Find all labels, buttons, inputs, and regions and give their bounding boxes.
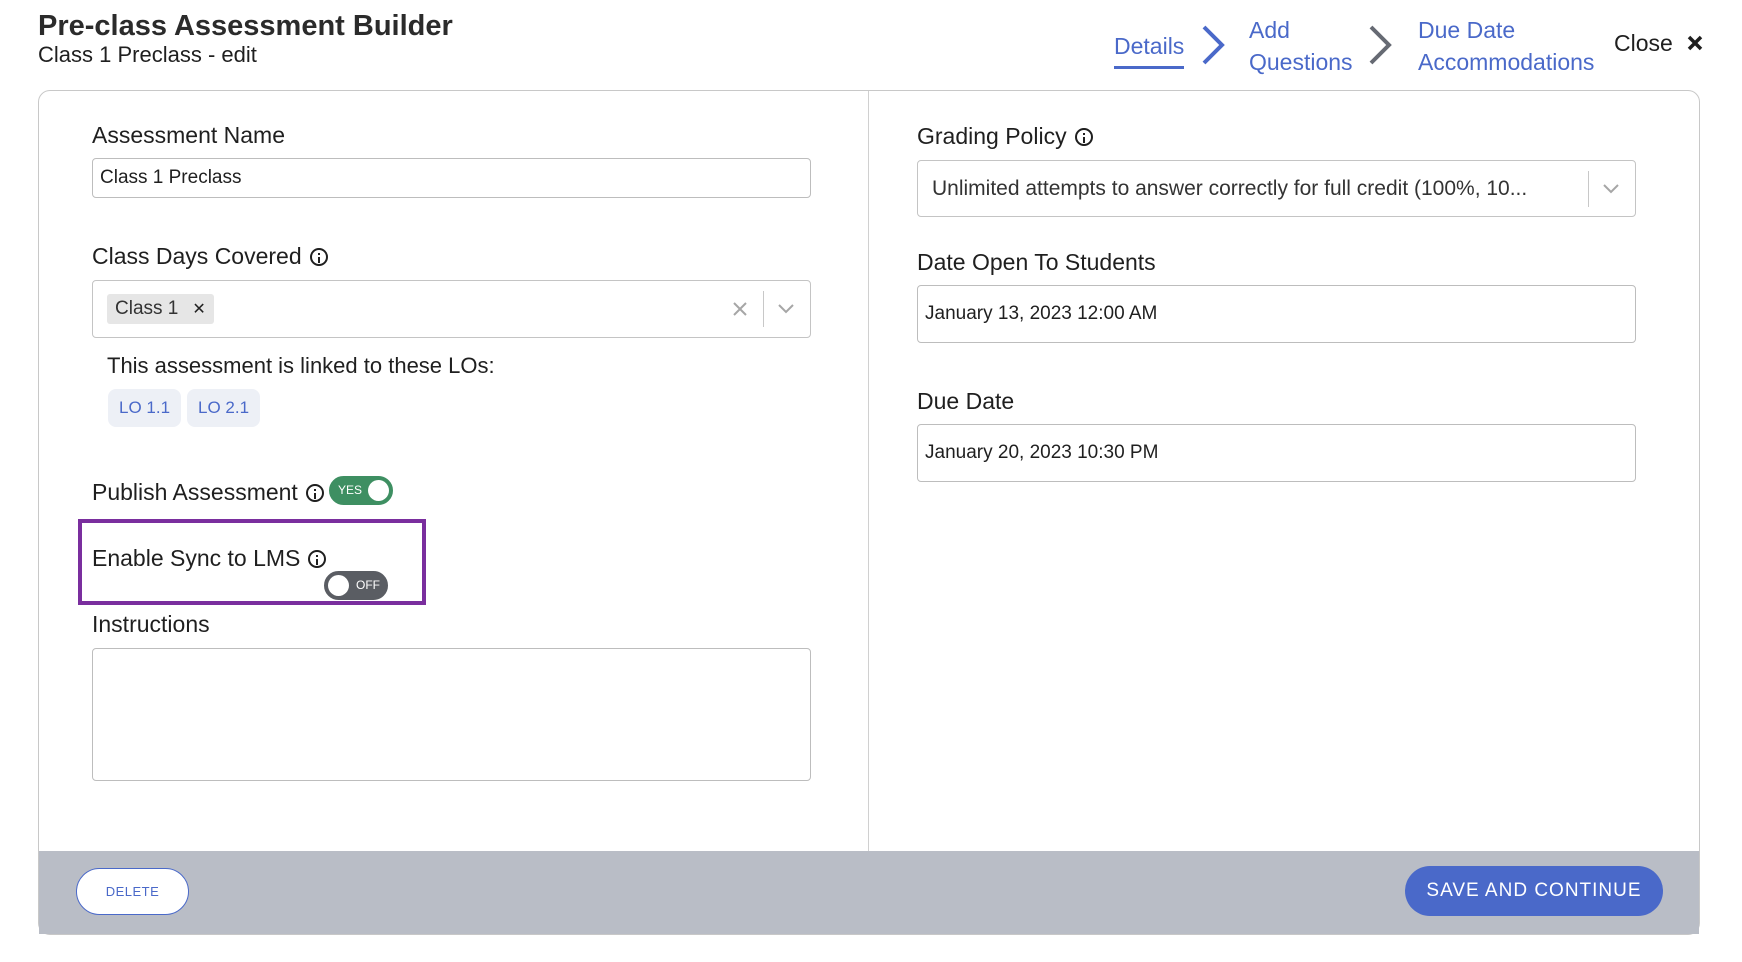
step-due-date-accommodations[interactable]: Due Date Accommodations — [1418, 14, 1608, 78]
instructions-label: Instructions — [92, 611, 210, 638]
linked-los-text: This assessment is linked to these LOs: — [107, 353, 495, 378]
grading-policy-label-text: Grading Policy — [917, 123, 1067, 149]
grading-policy-label: Grading Policy — [917, 123, 1093, 150]
info-icon[interactable] — [308, 549, 327, 568]
sync-label: Enable Sync to LMS — [92, 545, 327, 572]
lo-badge: LO 2.1 — [187, 389, 261, 427]
page-subtitle: Class 1 Preclass - edit — [38, 42, 257, 67]
close-label: Close — [1614, 30, 1673, 56]
toggle-knob — [368, 480, 389, 501]
step-details[interactable]: Details — [1114, 30, 1185, 69]
info-icon[interactable] — [309, 247, 328, 266]
info-icon[interactable] — [305, 483, 324, 502]
due-date-label-text: Due Date — [917, 388, 1015, 414]
page-title: Pre-class Assessment Builder — [38, 10, 453, 42]
step-due-date-label: Due Date Accommodations — [1418, 17, 1595, 75]
close-icon — [1687, 30, 1703, 57]
grading-policy-value: Unlimited attempts to answer correctly f… — [932, 176, 1528, 200]
grading-policy-select[interactable]: Unlimited attempts to answer correctly f… — [917, 160, 1636, 217]
chevron-down-icon[interactable] — [778, 304, 794, 314]
chip-remove-icon[interactable]: ✕ — [192, 299, 205, 319]
delete-button[interactable]: DELETE — [76, 868, 189, 915]
chip-label: Class 1 — [115, 298, 179, 319]
clear-icon[interactable] — [733, 302, 747, 316]
close-button[interactable]: Close — [1614, 30, 1703, 57]
date-open-input[interactable] — [917, 285, 1636, 343]
assessment-name-label-text: Assessment Name — [92, 122, 286, 148]
column-divider — [868, 91, 869, 854]
class-days-label-text: Class Days Covered — [92, 243, 302, 269]
select-separator — [763, 291, 764, 327]
info-icon[interactable] — [1074, 127, 1093, 146]
select-separator — [1588, 170, 1589, 207]
publish-toggle[interactable]: YES — [329, 476, 393, 505]
lo-badge: LO 1.1 — [108, 389, 182, 427]
toggle-knob — [328, 575, 349, 596]
chevron-right-icon — [1200, 24, 1226, 66]
publish-toggle-text: YES — [338, 483, 363, 497]
date-open-label: Date Open To Students — [917, 249, 1156, 276]
class-days-select[interactable]: Class 1 ✕ — [92, 280, 811, 338]
chevron-right-icon — [1367, 24, 1393, 66]
sync-lms-toggle[interactable]: OFF — [324, 571, 388, 600]
save-and-continue-button[interactable]: SAVE AND CONTINUE — [1405, 866, 1663, 916]
due-date-label: Due Date — [917, 388, 1014, 415]
sync-label-text: Enable Sync to LMS — [92, 545, 301, 571]
step-add-questions[interactable]: Add Questions — [1249, 14, 1359, 78]
sync-toggle-text: OFF — [356, 578, 380, 592]
due-date-input[interactable] — [917, 424, 1636, 482]
chevron-down-icon[interactable] — [1603, 183, 1619, 194]
publish-label: Publish Assessment — [92, 479, 324, 506]
selected-class-chip: Class 1 ✕ — [107, 294, 214, 324]
assessment-name-label: Assessment Name — [92, 122, 285, 149]
step-add-questions-label: Add Questions — [1249, 17, 1353, 75]
assessment-name-input[interactable] — [92, 158, 811, 198]
publish-label-text: Publish Assessment — [92, 479, 298, 505]
date-open-label-text: Date Open To Students — [917, 249, 1156, 275]
instructions-textarea[interactable] — [92, 648, 811, 781]
class-days-label: Class Days Covered — [92, 243, 328, 270]
instructions-label-text: Instructions — [92, 611, 210, 637]
